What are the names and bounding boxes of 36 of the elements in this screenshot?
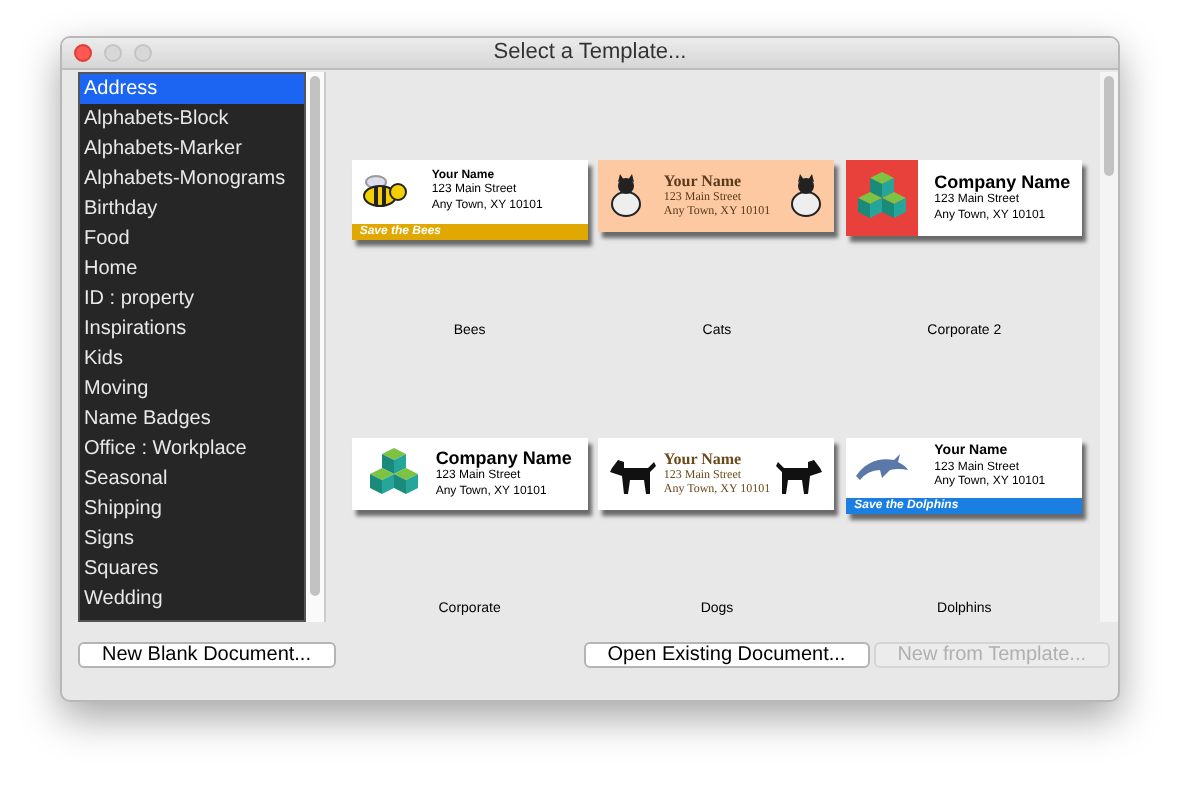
- category-item[interactable]: Squares: [80, 554, 304, 584]
- label-name: Company Name: [934, 171, 1071, 193]
- cat-icon: [606, 174, 647, 218]
- window-title: Select a Template...: [493, 38, 687, 69]
- category-item[interactable]: Alphabets-Block: [80, 104, 304, 134]
- category-item[interactable]: Signs: [80, 524, 304, 554]
- category-item[interactable]: Inspirations: [80, 314, 304, 344]
- category-item[interactable]: Kids: [80, 344, 304, 374]
- dialog-button[interactable]: New Blank Document...: [78, 642, 335, 668]
- category-item[interactable]: ID : property: [80, 284, 304, 314]
- category-item[interactable]: Moving: [80, 374, 304, 404]
- cubes-icon: [856, 172, 909, 224]
- category-item[interactable]: Seasonal: [80, 464, 304, 494]
- category-item[interactable]: Office : Workplace: [80, 434, 304, 464]
- category-item[interactable]: Birthday: [80, 194, 304, 224]
- category-item[interactable]: Name Badges: [80, 404, 304, 434]
- category-item[interactable]: Address: [80, 74, 304, 104]
- label-name: Company Name: [435, 447, 572, 469]
- cubes-icon: [367, 448, 420, 500]
- category-item[interactable]: Home: [80, 254, 304, 284]
- label-name: Your Name: [663, 171, 744, 191]
- category-item[interactable]: Shipping: [80, 494, 304, 524]
- zoom-button[interactable]: [134, 44, 152, 62]
- category-item[interactable]: Food: [80, 224, 304, 254]
- scrollbar-thumb[interactable]: [310, 76, 320, 596]
- minimize-button[interactable]: [104, 44, 122, 62]
- dialog-button[interactable]: Open Existing Document...: [583, 642, 870, 668]
- category-item[interactable]: Alphabets-Monograms: [80, 164, 304, 194]
- cat-icon: [786, 174, 827, 218]
- category-item[interactable]: Wedding: [80, 584, 304, 614]
- dolphin-icon: [854, 452, 911, 484]
- label-name: Your Name: [663, 449, 744, 469]
- close-button[interactable]: [74, 44, 92, 62]
- scrollbar-thumb[interactable]: [1104, 76, 1114, 176]
- category-item[interactable]: Alphabets-Marker: [80, 134, 304, 164]
- bee-icon: [359, 174, 408, 210]
